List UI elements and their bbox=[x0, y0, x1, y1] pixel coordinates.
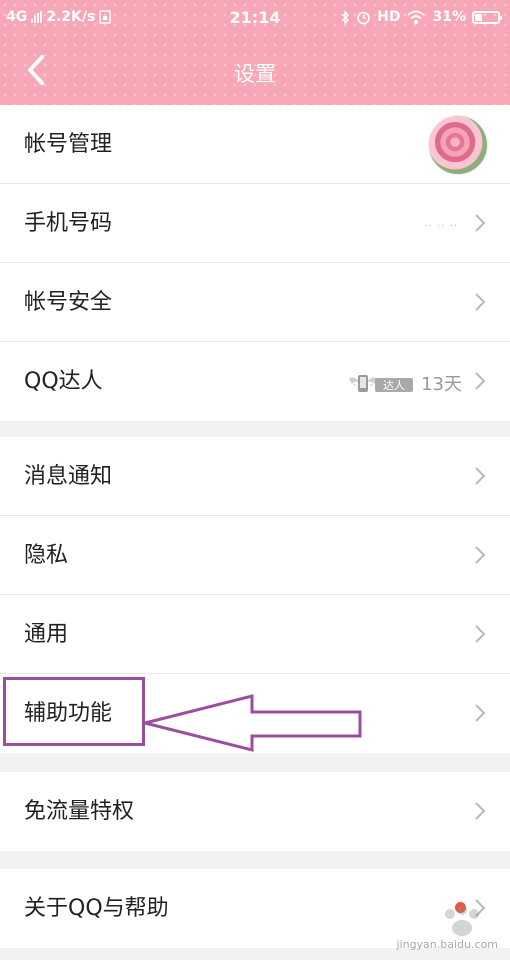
row-notifications[interactable]: 消息通知 bbox=[0, 437, 510, 516]
row-label: 隐私 bbox=[24, 543, 69, 568]
bluetooth-icon bbox=[341, 9, 350, 25]
row-label: QQ达人 bbox=[24, 369, 103, 394]
hd-label: HD bbox=[377, 9, 401, 25]
header: 4G 2.2K/s 21:14 HD 31% 设置 bbox=[0, 0, 510, 105]
daren-days: 13天 bbox=[421, 374, 462, 395]
alarm-icon bbox=[357, 11, 370, 24]
row-label: 关于QQ与帮助 bbox=[24, 896, 169, 921]
chevron-right-icon bbox=[475, 546, 486, 564]
chevron-right-icon bbox=[475, 372, 486, 390]
chevron-right-icon bbox=[475, 467, 486, 485]
row-account-security[interactable]: 帐号安全 bbox=[0, 263, 510, 342]
wifi-icon bbox=[407, 10, 426, 24]
row-phone-number[interactable]: 手机号码 ·· ·· ·· bbox=[0, 184, 510, 263]
daren-badge-text: 达人 bbox=[383, 379, 405, 392]
annotation-arrow-icon bbox=[144, 694, 362, 752]
chevron-right-icon bbox=[475, 704, 486, 722]
status-bar: 4G 2.2K/s 21:14 HD 31% bbox=[0, 0, 510, 36]
page-title: 设置 bbox=[234, 62, 276, 86]
daren-badge-icon: 达人 bbox=[349, 375, 414, 392]
annotation-highlight-box bbox=[3, 677, 145, 746]
watermark-text: jingyan.baidu.com bbox=[396, 938, 498, 951]
row-general[interactable]: 通用 bbox=[0, 595, 510, 674]
row-label: 通用 bbox=[24, 622, 69, 647]
row-label: 帐号安全 bbox=[24, 290, 113, 315]
battery-percent: 31% bbox=[432, 9, 466, 25]
row-label: 帐号管理 bbox=[24, 132, 113, 157]
row-account-management[interactable]: 帐号管理 bbox=[0, 105, 510, 184]
row-free-data[interactable]: 免流量特权 bbox=[0, 772, 510, 851]
settings-group-data: 免流量特权 bbox=[0, 772, 510, 851]
chevron-right-icon bbox=[475, 214, 486, 232]
row-label: 免流量特权 bbox=[24, 799, 135, 824]
row-label: 手机号码 bbox=[24, 211, 113, 236]
row-label: 消息通知 bbox=[24, 464, 113, 489]
chevron-right-icon bbox=[475, 293, 486, 311]
chevron-right-icon bbox=[475, 625, 486, 643]
row-privacy[interactable]: 隐私 bbox=[0, 516, 510, 595]
row-qq-daren[interactable]: QQ达人 达人 13天 bbox=[0, 342, 510, 421]
phone-number-value: ·· ·· ·· bbox=[424, 221, 458, 232]
chevron-right-icon bbox=[475, 802, 486, 820]
nav-bar: 设置 bbox=[0, 36, 510, 105]
avatar[interactable] bbox=[428, 115, 488, 175]
settings-group-account: 帐号管理 手机号码 ·· ·· ·· 帐号安全 QQ达人 达人 13天 bbox=[0, 105, 510, 421]
battery-icon bbox=[472, 10, 502, 24]
